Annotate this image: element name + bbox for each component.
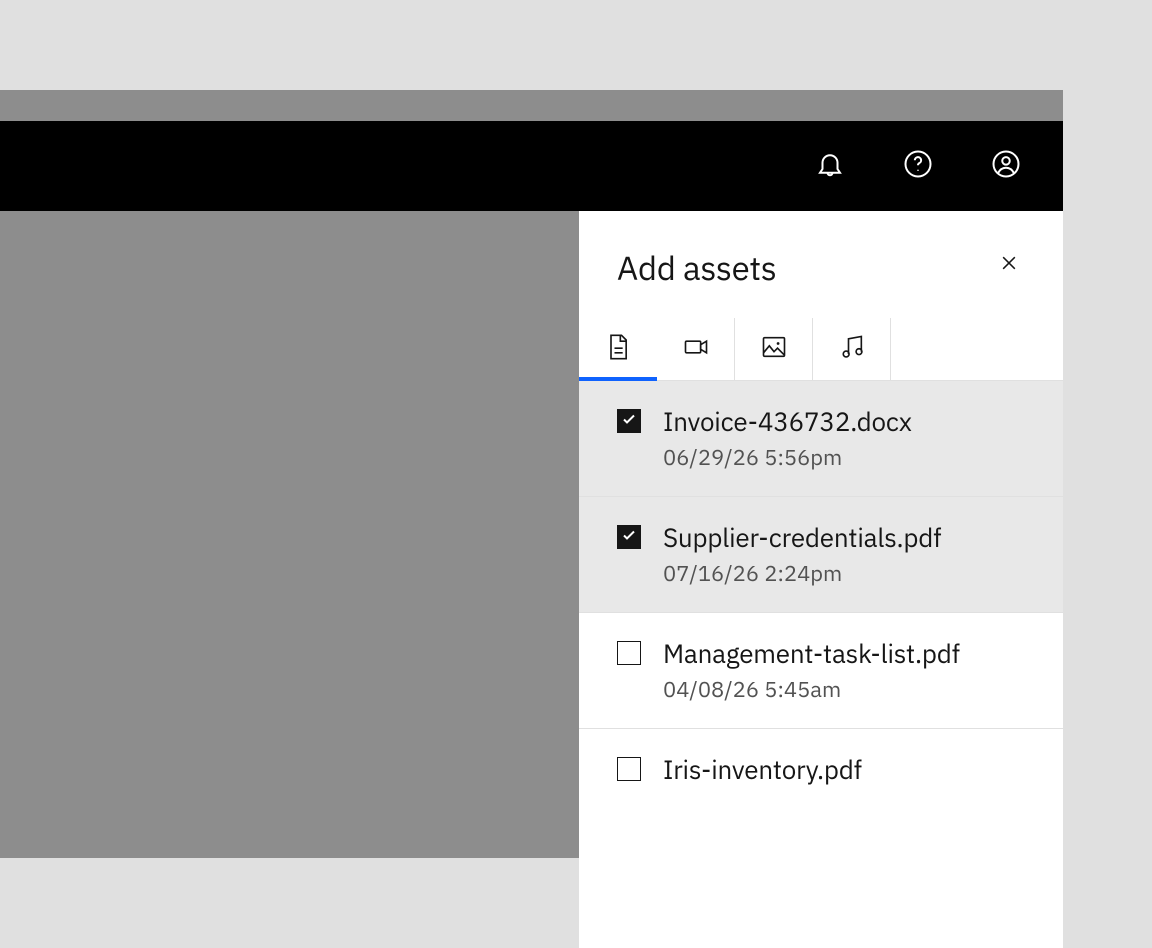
account-button[interactable] bbox=[971, 131, 1041, 201]
tab-video[interactable] bbox=[657, 318, 735, 380]
check-icon bbox=[621, 411, 637, 432]
asset-type-tabs bbox=[579, 318, 1063, 381]
checkbox[interactable] bbox=[617, 525, 641, 549]
checkbox[interactable] bbox=[617, 641, 641, 665]
asset-name: Supplier-credentials.pdf bbox=[663, 521, 941, 555]
asset-name: Iris-inventory.pdf bbox=[663, 753, 862, 787]
asset-name: Invoice-436732.docx bbox=[663, 405, 912, 439]
asset-date: 06/29/26 5:56pm bbox=[663, 443, 912, 472]
asset-name: Management-task-list.pdf bbox=[663, 637, 960, 671]
user-avatar-icon bbox=[991, 149, 1021, 184]
document-icon bbox=[604, 333, 632, 366]
image-icon bbox=[760, 333, 788, 366]
add-assets-panel: Add assets bbox=[579, 211, 1063, 948]
checkbox[interactable] bbox=[617, 757, 641, 781]
asset-date: 07/16/26 2:24pm bbox=[663, 559, 941, 588]
tab-documents[interactable] bbox=[579, 318, 657, 380]
content-backdrop: Add assets bbox=[0, 90, 1063, 858]
music-icon bbox=[838, 333, 866, 366]
check-icon bbox=[621, 527, 637, 548]
item-text: Supplier-credentials.pdf 07/16/26 2:24pm bbox=[663, 521, 941, 588]
tab-audio[interactable] bbox=[813, 318, 891, 380]
close-icon bbox=[999, 253, 1019, 278]
tab-images[interactable] bbox=[735, 318, 813, 380]
asset-date: 04/08/26 5:45am bbox=[663, 675, 960, 704]
list-item[interactable]: Management-task-list.pdf 04/08/26 5:45am bbox=[579, 613, 1063, 729]
close-button[interactable] bbox=[993, 247, 1025, 284]
notifications-button[interactable] bbox=[795, 131, 865, 201]
panel-header: Add assets bbox=[579, 211, 1063, 318]
video-icon bbox=[682, 333, 710, 366]
header-bar bbox=[0, 121, 1063, 211]
list-item[interactable]: Supplier-credentials.pdf 07/16/26 2:24pm bbox=[579, 497, 1063, 613]
asset-list: Invoice-436732.docx 06/29/26 5:56pm Supp… bbox=[579, 381, 1063, 815]
item-text: Iris-inventory.pdf bbox=[663, 753, 862, 791]
checkbox[interactable] bbox=[617, 409, 641, 433]
panel-title: Add assets bbox=[617, 247, 777, 290]
help-icon bbox=[903, 149, 933, 184]
list-item[interactable]: Iris-inventory.pdf bbox=[579, 729, 1063, 815]
item-text: Management-task-list.pdf 04/08/26 5:45am bbox=[663, 637, 960, 704]
help-button[interactable] bbox=[883, 131, 953, 201]
item-text: Invoice-436732.docx 06/29/26 5:56pm bbox=[663, 405, 912, 472]
list-item[interactable]: Invoice-436732.docx 06/29/26 5:56pm bbox=[579, 381, 1063, 497]
bell-icon bbox=[815, 149, 845, 184]
